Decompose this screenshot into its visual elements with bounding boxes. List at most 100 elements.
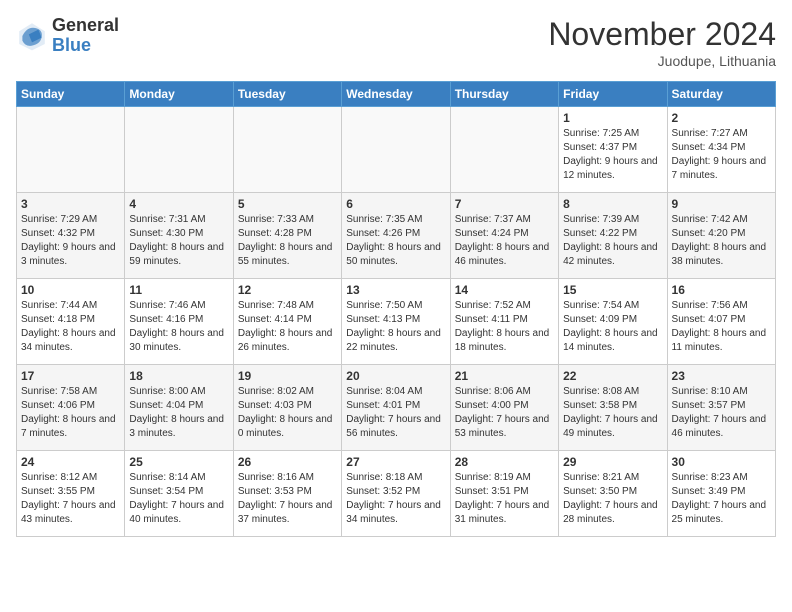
weekday-header-saturday: Saturday xyxy=(667,82,775,107)
day-info: Sunrise: 7:29 AM Sunset: 4:32 PM Dayligh… xyxy=(21,213,120,269)
day-number: 30 xyxy=(672,455,771,469)
calendar-header: SundayMondayTuesdayWednesdayThursdayFrid… xyxy=(17,82,776,107)
calendar-table: SundayMondayTuesdayWednesdayThursdayFrid… xyxy=(16,81,776,537)
calendar-cell: 22 Sunrise: 8:08 AM Sunset: 3:58 PM Dayli… xyxy=(559,365,667,451)
day-number: 14 xyxy=(455,283,554,297)
calendar-cell: 30 Sunrise: 8:23 AM Sunset: 3:49 PM Dayli… xyxy=(667,451,775,537)
calendar-cell: 23 Sunrise: 8:10 AM Sunset: 3:57 PM Dayli… xyxy=(667,365,775,451)
day-number: 21 xyxy=(455,369,554,383)
day-info: Sunrise: 8:10 AM Sunset: 3:57 PM Dayligh… xyxy=(672,385,771,441)
month-title: November 2024 xyxy=(548,16,776,53)
day-number: 3 xyxy=(21,197,120,211)
day-number: 28 xyxy=(455,455,554,469)
calendar-cell: 10 Sunrise: 7:44 AM Sunset: 4:18 PM Dayli… xyxy=(17,279,125,365)
calendar-cell: 8Sunrise: 7:39 AM Sunset: 4:22 PM Daylig… xyxy=(559,193,667,279)
day-number: 18 xyxy=(129,369,228,383)
day-number: 11 xyxy=(129,283,228,297)
day-number: 8 xyxy=(563,197,662,211)
day-number: 9 xyxy=(672,197,771,211)
day-info: Sunrise: 8:04 AM Sunset: 4:01 PM Dayligh… xyxy=(346,385,445,441)
calendar-cell: 24Sunrise: 8:12 AM Sunset: 3:55 PM Dayli… xyxy=(17,451,125,537)
calendar-cell xyxy=(17,107,125,193)
day-info: Sunrise: 8:14 AM Sunset: 3:54 PM Dayligh… xyxy=(129,471,228,527)
logo-general-text: General xyxy=(52,16,119,36)
day-info: Sunrise: 7:35 AM Sunset: 4:26 PM Dayligh… xyxy=(346,213,445,269)
logo: General Blue xyxy=(16,16,119,56)
day-number: 17 xyxy=(21,369,120,383)
calendar-cell: 7 Sunrise: 7:37 AM Sunset: 4:24 PM Daylig… xyxy=(450,193,558,279)
calendar-cell: 17 Sunrise: 7:58 AM Sunset: 4:06 PM Dayli… xyxy=(17,365,125,451)
logo-blue-text: Blue xyxy=(52,36,119,56)
calendar-cell: 14 Sunrise: 7:52 AM Sunset: 4:11 PM Dayli… xyxy=(450,279,558,365)
weekday-header-thursday: Thursday xyxy=(450,82,558,107)
calendar-cell: 2 Sunrise: 7:27 AM Sunset: 4:34 PM Daylig… xyxy=(667,107,775,193)
calendar-cell: 1Sunrise: 7:25 AM Sunset: 4:37 PM Daylig… xyxy=(559,107,667,193)
calendar-cell: 3 Sunrise: 7:29 AM Sunset: 4:32 PM Daylig… xyxy=(17,193,125,279)
calendar-cell: 16 Sunrise: 7:56 AM Sunset: 4:07 PM Dayli… xyxy=(667,279,775,365)
calendar-cell xyxy=(233,107,341,193)
calendar-week-row: 10 Sunrise: 7:44 AM Sunset: 4:18 PM Dayli… xyxy=(17,279,776,365)
day-number: 25 xyxy=(129,455,228,469)
day-number: 13 xyxy=(346,283,445,297)
day-info: Sunrise: 7:56 AM Sunset: 4:07 PM Dayligh… xyxy=(672,299,771,355)
weekday-header-wednesday: Wednesday xyxy=(342,82,450,107)
calendar-cell: 25 Sunrise: 8:14 AM Sunset: 3:54 PM Dayli… xyxy=(125,451,233,537)
weekday-header-row: SundayMondayTuesdayWednesdayThursdayFrid… xyxy=(17,82,776,107)
day-info: Sunrise: 7:46 AM Sunset: 4:16 PM Dayligh… xyxy=(129,299,228,355)
day-number: 27 xyxy=(346,455,445,469)
day-number: 22 xyxy=(563,369,662,383)
location: Juodupe, Lithuania xyxy=(548,53,776,69)
weekday-header-friday: Friday xyxy=(559,82,667,107)
day-info: Sunrise: 8:08 AM Sunset: 3:58 PM Dayligh… xyxy=(563,385,662,441)
calendar-cell xyxy=(450,107,558,193)
calendar-week-row: 3 Sunrise: 7:29 AM Sunset: 4:32 PM Daylig… xyxy=(17,193,776,279)
day-info: Sunrise: 7:37 AM Sunset: 4:24 PM Dayligh… xyxy=(455,213,554,269)
calendar-cell: 12 Sunrise: 7:48 AM Sunset: 4:14 PM Dayli… xyxy=(233,279,341,365)
calendar-cell: 27 Sunrise: 8:18 AM Sunset: 3:52 PM Dayli… xyxy=(342,451,450,537)
day-number: 1 xyxy=(563,111,662,125)
day-number: 10 xyxy=(21,283,120,297)
day-number: 5 xyxy=(238,197,337,211)
day-number: 23 xyxy=(672,369,771,383)
day-info: Sunrise: 7:44 AM Sunset: 4:18 PM Dayligh… xyxy=(21,299,120,355)
calendar-cell: 21Sunrise: 8:06 AM Sunset: 4:00 PM Dayli… xyxy=(450,365,558,451)
day-info: Sunrise: 7:27 AM Sunset: 4:34 PM Dayligh… xyxy=(672,127,771,183)
calendar-cell: 28Sunrise: 8:19 AM Sunset: 3:51 PM Dayli… xyxy=(450,451,558,537)
day-number: 12 xyxy=(238,283,337,297)
calendar-body: 1Sunrise: 7:25 AM Sunset: 4:37 PM Daylig… xyxy=(17,107,776,537)
calendar-cell xyxy=(125,107,233,193)
day-info: Sunrise: 8:02 AM Sunset: 4:03 PM Dayligh… xyxy=(238,385,337,441)
calendar-cell: 20Sunrise: 8:04 AM Sunset: 4:01 PM Dayli… xyxy=(342,365,450,451)
day-number: 2 xyxy=(672,111,771,125)
day-info: Sunrise: 7:48 AM Sunset: 4:14 PM Dayligh… xyxy=(238,299,337,355)
day-info: Sunrise: 8:21 AM Sunset: 3:50 PM Dayligh… xyxy=(563,471,662,527)
calendar-week-row: 24Sunrise: 8:12 AM Sunset: 3:55 PM Dayli… xyxy=(17,451,776,537)
calendar-cell: 9 Sunrise: 7:42 AM Sunset: 4:20 PM Daylig… xyxy=(667,193,775,279)
day-info: Sunrise: 7:33 AM Sunset: 4:28 PM Dayligh… xyxy=(238,213,337,269)
day-info: Sunrise: 7:58 AM Sunset: 4:06 PM Dayligh… xyxy=(21,385,120,441)
day-info: Sunrise: 8:18 AM Sunset: 3:52 PM Dayligh… xyxy=(346,471,445,527)
calendar-cell: 5 Sunrise: 7:33 AM Sunset: 4:28 PM Daylig… xyxy=(233,193,341,279)
day-number: 7 xyxy=(455,197,554,211)
weekday-header-sunday: Sunday xyxy=(17,82,125,107)
day-info: Sunrise: 8:16 AM Sunset: 3:53 PM Dayligh… xyxy=(238,471,337,527)
day-number: 16 xyxy=(672,283,771,297)
day-info: Sunrise: 7:52 AM Sunset: 4:11 PM Dayligh… xyxy=(455,299,554,355)
calendar-cell: 6 Sunrise: 7:35 AM Sunset: 4:26 PM Daylig… xyxy=(342,193,450,279)
weekday-header-monday: Monday xyxy=(125,82,233,107)
day-info: Sunrise: 8:23 AM Sunset: 3:49 PM Dayligh… xyxy=(672,471,771,527)
day-info: Sunrise: 7:54 AM Sunset: 4:09 PM Dayligh… xyxy=(563,299,662,355)
day-info: Sunrise: 7:42 AM Sunset: 4:20 PM Dayligh… xyxy=(672,213,771,269)
day-number: 24 xyxy=(21,455,120,469)
calendar-cell: 19 Sunrise: 8:02 AM Sunset: 4:03 PM Dayli… xyxy=(233,365,341,451)
calendar-cell: 4 Sunrise: 7:31 AM Sunset: 4:30 PM Daylig… xyxy=(125,193,233,279)
day-number: 29 xyxy=(563,455,662,469)
calendar-week-row: 17 Sunrise: 7:58 AM Sunset: 4:06 PM Dayli… xyxy=(17,365,776,451)
logo-text: General Blue xyxy=(52,16,119,56)
calendar-cell: 26Sunrise: 8:16 AM Sunset: 3:53 PM Dayli… xyxy=(233,451,341,537)
day-number: 6 xyxy=(346,197,445,211)
day-info: Sunrise: 7:31 AM Sunset: 4:30 PM Dayligh… xyxy=(129,213,228,269)
title-block: November 2024 Juodupe, Lithuania xyxy=(548,16,776,69)
day-number: 4 xyxy=(129,197,228,211)
day-number: 19 xyxy=(238,369,337,383)
